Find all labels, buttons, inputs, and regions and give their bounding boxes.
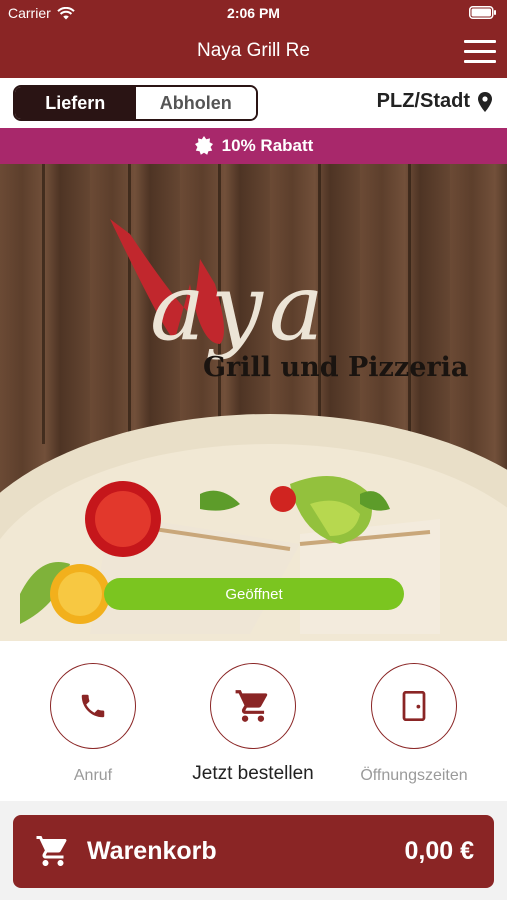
food-plate-image: aya Grill und Pizzeria	[0, 219, 507, 641]
battery-icon	[469, 6, 497, 22]
clock: 2:06 PM	[227, 5, 280, 21]
call-label: Anruf	[73, 767, 113, 784]
pickup-tab[interactable]: Abholen	[135, 87, 256, 119]
opening-hours-action[interactable]: Öffnungszeiten	[339, 663, 489, 785]
quick-actions: Anruf Jetzt bestellen Öffnungszeiten	[0, 641, 507, 801]
phone-icon	[81, 694, 105, 718]
cart-icon	[36, 836, 67, 866]
logo-subtitle: Grill und Pizzeria	[203, 352, 468, 383]
cart-button[interactable]: Warenkorb 0,00 €	[13, 815, 494, 888]
order-mode-bar: Liefern Abholen PLZ/Stadt	[0, 78, 507, 128]
cart-icon	[235, 690, 268, 722]
order-action[interactable]: Jetzt bestellen	[178, 663, 328, 785]
call-button[interactable]	[50, 663, 136, 749]
order-button[interactable]	[210, 663, 296, 749]
order-label: Jetzt bestellen	[192, 763, 314, 784]
cart-label: Warenkorb	[87, 837, 217, 865]
badge-icon	[194, 136, 213, 155]
delivery-tab[interactable]: Liefern	[15, 87, 136, 119]
discount-banner[interactable]: 10% Rabatt	[0, 128, 507, 164]
page-title: Naya Grill Re	[197, 40, 310, 61]
location-label: PLZ/Stadt	[376, 90, 470, 112]
cart-footer: Warenkorb 0,00 €	[0, 801, 507, 900]
hero-image: aya Grill und Pizzeria	[0, 164, 507, 641]
status-bar: Carrier 2:06 PM	[0, 0, 507, 26]
hamburger-menu-icon[interactable]	[464, 40, 496, 64]
open-status-badge[interactable]: Geöffnet	[104, 578, 404, 610]
door-icon	[402, 691, 426, 721]
location-pin-icon	[478, 91, 492, 112]
call-action[interactable]: Anruf	[18, 663, 168, 785]
delivery-pickup-toggle: Liefern Abholen	[13, 85, 258, 121]
navigation-bar: Naya Grill Re	[0, 26, 507, 78]
opening-hours-button[interactable]	[371, 663, 457, 749]
opening-hours-label: Öffnungszeiten	[360, 767, 468, 784]
cart-total: 0,00 €	[404, 837, 474, 865]
discount-text: 10% Rabatt	[221, 136, 314, 155]
logo-text: aya	[150, 254, 330, 361]
location-selector[interactable]: PLZ/Stadt	[377, 90, 492, 113]
